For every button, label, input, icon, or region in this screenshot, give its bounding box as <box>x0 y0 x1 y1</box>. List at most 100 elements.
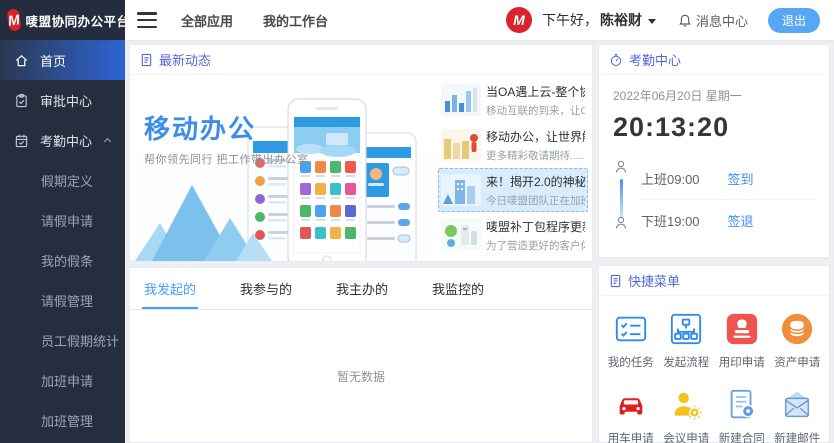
home-icon <box>14 53 29 68</box>
quick-item-vehicle-request[interactable]: 用车申请 <box>603 378 659 443</box>
quick-item-new-mail[interactable]: 新建邮件 <box>770 378 826 443</box>
greeting-text: 下午好， <box>542 10 598 30</box>
quick-menu-grid: 我的任务 发起流程 用印申请 资产申请 <box>599 296 829 443</box>
asset-coins-icon <box>780 312 814 346</box>
news-title: 来！揭开2.0的神秘面纱- <box>486 173 585 190</box>
news-title: 当OA遇上云-整个协同OA <box>486 83 585 100</box>
news-panel-header: 最新动态 <box>130 45 592 75</box>
quick-item-new-contract[interactable]: 新建合同 <box>714 378 770 443</box>
stopwatch-icon <box>609 53 623 67</box>
attendance-panel-header: 考勤中心 <box>599 45 829 75</box>
check-in-row: 上班09:00 签到 <box>641 157 815 199</box>
task-checklist-icon <box>614 312 648 346</box>
news-title: 唛盟补丁包程序更新 <box>486 218 585 235</box>
car-icon <box>614 388 648 422</box>
promo-banner[interactable]: 移动办公 帮你领先同行 把工作带出办公室 <box>130 75 436 261</box>
banner-subtitle: 帮你领先同行 把工作带出办公室 <box>144 151 309 167</box>
tab-hosted-by-me[interactable]: 我主办的 <box>334 268 390 309</box>
sidebar-subitem-overtime-request[interactable]: 加班申请 <box>0 360 125 400</box>
news-item-selected[interactable]: 来！揭开2.0的神秘面纱- 今日唛盟团队正在加班加点， <box>438 168 588 212</box>
document-icon <box>140 53 153 67</box>
sidebar-item-attendance-center[interactable]: 考勤中心 <box>0 120 125 160</box>
sidebar-subitem-holiday-definition[interactable]: 假期定义 <box>0 160 125 200</box>
attendance-panel-title: 考勤中心 <box>629 50 681 69</box>
empty-state-text: 暂无数据 <box>130 368 592 385</box>
check-in-time-label: 上班09:00 <box>641 169 700 188</box>
brand-m-icon: M <box>7 8 22 31</box>
tasks-tabs: 我发起的 我参与的 我主办的 我监控的 <box>130 268 592 310</box>
person-icon <box>613 159 629 175</box>
news-thumbnail <box>441 219 481 251</box>
sidebar-subitem-my-leave-slips[interactable]: 我的假条 <box>0 240 125 280</box>
sidebar-item-label: 考勤中心 <box>40 131 92 150</box>
start-flow-icon <box>669 312 703 346</box>
news-subtitle: 为了营造更好的客户体验，唛 <box>486 238 585 253</box>
user-menu[interactable]: 下午好，陈裕财 <box>542 10 656 30</box>
check-out-time-label: 下班19:00 <box>641 211 700 230</box>
news-subtitle: 更多精彩敬请期待........ <box>486 148 585 163</box>
attendance-panel: 考勤中心 2022年06月20日 星期一 20:13:20 上班09:00 签到… <box>598 44 830 258</box>
sidebar-subitem-employee-holiday-stats[interactable]: 员工假期统计 <box>0 320 125 360</box>
sidebar-subitem-overtime-management[interactable]: 加班管理 <box>0 400 125 440</box>
user-avatar[interactable]: M <box>506 7 532 33</box>
sidebar: 首页 审批中心 考勤中心 假期定义 请假申请 我的假条 请假管理 员工假期统计 … <box>0 40 125 443</box>
quick-item-my-tasks[interactable]: 我的任务 <box>603 302 659 378</box>
news-subtitle: 今日唛盟团队正在加班加点， <box>486 193 585 208</box>
logout-button[interactable]: 退出 <box>768 8 820 33</box>
menu-collapse-icon[interactable] <box>137 12 157 28</box>
quick-item-seal-request[interactable]: 用印申请 <box>714 302 770 378</box>
sidebar-item-home[interactable]: 首页 <box>0 40 125 80</box>
my-tasks-panel: 我发起的 我参与的 我主办的 我监控的 暂无数据 <box>129 267 593 443</box>
tab-participated-by-me[interactable]: 我参与的 <box>238 268 294 309</box>
news-subtitle: 移动互联的到来，让OA与云 <box>486 103 585 118</box>
news-title: 移动办公，让世界触手可 <box>486 128 585 145</box>
sidebar-item-label: 首页 <box>40 51 66 70</box>
attendance-clock: 20:13:20 <box>613 112 815 143</box>
stamp-icon <box>725 312 759 346</box>
contract-doc-icon <box>725 388 759 422</box>
person-icon <box>613 215 629 231</box>
check-out-row: 下班19:00 签退 <box>641 199 815 241</box>
banner-title: 移动办公 <box>144 109 256 146</box>
timeline-connector <box>620 179 623 219</box>
sidebar-subitem-leave-request[interactable]: 请假申请 <box>0 200 125 240</box>
copy-document-icon <box>609 274 622 288</box>
check-out-link[interactable]: 签退 <box>728 211 754 230</box>
tab-monitored-by-me[interactable]: 我监控的 <box>430 268 486 309</box>
banner-illustration <box>130 75 436 261</box>
quick-item-meeting-request[interactable]: 会议申请 <box>659 378 715 443</box>
sidebar-subitem-leave-management[interactable]: 请假管理 <box>0 280 125 320</box>
latest-news-panel: 最新动态 <box>129 44 593 262</box>
news-item[interactable]: 移动办公，让世界触手可 更多精彩敬请期待........ <box>438 123 588 167</box>
tab-initiated-by-me[interactable]: 我发起的 <box>142 268 198 309</box>
chevron-down-icon <box>648 19 656 24</box>
message-center-label: 消息中心 <box>696 11 748 30</box>
chevron-up-icon <box>102 135 113 146</box>
news-thumbnail <box>441 129 481 161</box>
check-in-link[interactable]: 签到 <box>728 169 754 188</box>
news-list: 当OA遇上云-整个协同OA 移动互联的到来，让OA与云 移动办公，让世界触手可 … <box>436 75 592 261</box>
nav-all-apps[interactable]: 全部应用 <box>181 11 233 30</box>
news-item[interactable]: 唛盟补丁包程序更新 为了营造更好的客户体验，唛 <box>438 213 588 257</box>
attendance-timeline: 上班09:00 签到 下班19:00 签退 <box>613 157 815 241</box>
app-title: 唛盟协同办公平台 <box>26 11 130 30</box>
quick-item-start-flow[interactable]: 发起流程 <box>659 302 715 378</box>
quick-menu-header: 快捷菜单 <box>599 266 829 296</box>
attendance-date: 2022年06月20日 星期一 <box>613 87 815 104</box>
top-nav: 全部应用 我的工作台 <box>181 11 328 30</box>
nav-my-workbench[interactable]: 我的工作台 <box>263 11 328 30</box>
meeting-person-gear-icon <box>669 388 703 422</box>
news-panel-title: 最新动态 <box>159 50 211 69</box>
user-name: 陈裕财 <box>600 10 642 30</box>
bell-icon <box>678 13 692 28</box>
sidebar-item-approval-center[interactable]: 审批中心 <box>0 80 125 120</box>
quick-menu-title: 快捷菜单 <box>628 271 680 290</box>
quick-menu-panel: 快捷菜单 我的任务 发起流程 用印申请 <box>598 265 830 443</box>
app-logo: M 唛盟协同办公平台 <box>0 0 125 40</box>
clipboard-check-icon <box>14 93 29 108</box>
news-item[interactable]: 当OA遇上云-整个协同OA 移动互联的到来，让OA与云 <box>438 78 588 122</box>
quick-item-asset-request[interactable]: 资产申请 <box>770 302 826 378</box>
top-header: M 唛盟协同办公平台 全部应用 我的工作台 M 下午好，陈裕财 消息中心 退出 <box>0 0 834 40</box>
calendar-check-icon <box>14 133 29 148</box>
message-center-button[interactable]: 消息中心 <box>678 11 748 30</box>
